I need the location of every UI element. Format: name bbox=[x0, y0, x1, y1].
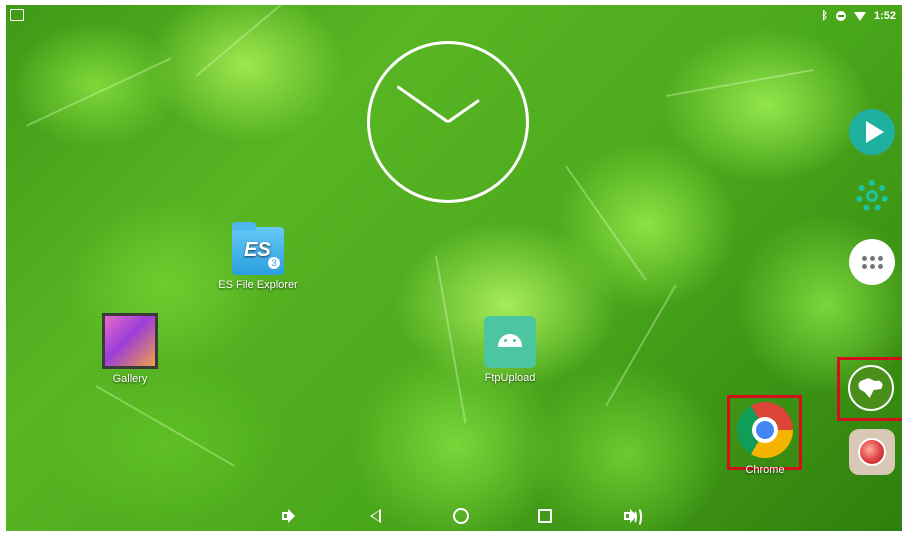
app-drawer-icon bbox=[861, 255, 883, 269]
gallery-icon bbox=[102, 313, 158, 369]
app-ftpupload[interactable]: FtpUpload bbox=[465, 316, 555, 384]
wallpaper-texture bbox=[435, 255, 467, 424]
navigation-bar bbox=[6, 501, 902, 531]
app-es-file-explorer[interactable]: ES 3 ES File Explorer bbox=[213, 222, 303, 291]
volume-down-button[interactable] bbox=[274, 507, 296, 525]
analog-clock-widget[interactable] bbox=[367, 41, 529, 203]
app-drawer-button[interactable] bbox=[849, 239, 895, 285]
app-chrome[interactable]: Chrome bbox=[720, 402, 810, 476]
app-label: FtpUpload bbox=[484, 372, 536, 384]
app-label: ES File Explorer bbox=[218, 279, 298, 291]
es-version-badge: 3 bbox=[268, 257, 280, 269]
image-icon bbox=[10, 9, 24, 21]
wallpaper-texture bbox=[605, 284, 677, 407]
clock-minute-hand bbox=[396, 85, 449, 124]
clock-hour-hand bbox=[447, 98, 480, 124]
wallpaper-texture bbox=[195, 5, 297, 77]
wifi-icon bbox=[853, 11, 866, 21]
wallpaper-texture bbox=[565, 165, 648, 282]
do-not-disturb-icon bbox=[835, 11, 846, 21]
globe-icon bbox=[858, 378, 884, 398]
camera-button[interactable] bbox=[849, 429, 895, 475]
play-icon bbox=[865, 121, 884, 143]
volume-up-button[interactable] bbox=[616, 507, 642, 527]
home-screen: ᛒ 1:52 ES 3 ES File Explorer Gallery Ftp… bbox=[6, 5, 902, 531]
wallpaper-texture bbox=[665, 68, 814, 97]
es-file-explorer-icon: ES 3 bbox=[232, 222, 284, 275]
home-button[interactable] bbox=[450, 507, 472, 525]
chrome-icon bbox=[737, 402, 793, 458]
back-icon bbox=[369, 509, 381, 523]
recents-button[interactable] bbox=[534, 507, 556, 525]
android-icon bbox=[484, 316, 536, 368]
camera-icon bbox=[858, 438, 886, 466]
back-button[interactable] bbox=[364, 507, 386, 525]
status-time: 1:52 bbox=[873, 10, 896, 22]
play-store-button[interactable] bbox=[849, 109, 895, 155]
settings-button[interactable] bbox=[849, 173, 895, 219]
wallpaper-texture bbox=[95, 385, 236, 467]
recents-icon bbox=[538, 509, 552, 523]
volume-up-icon bbox=[623, 509, 637, 523]
volume-down-icon bbox=[281, 509, 295, 523]
bluetooth-icon: ᛒ bbox=[821, 10, 828, 22]
status-bar: ᛒ 1:52 bbox=[821, 7, 896, 25]
app-label: Chrome bbox=[745, 464, 785, 476]
gear-icon bbox=[856, 180, 888, 212]
app-gallery[interactable]: Gallery bbox=[85, 313, 175, 385]
home-icon bbox=[453, 508, 469, 524]
wallpaper-texture bbox=[25, 57, 172, 127]
app-label: Gallery bbox=[112, 373, 148, 385]
browser-button[interactable] bbox=[848, 365, 894, 411]
